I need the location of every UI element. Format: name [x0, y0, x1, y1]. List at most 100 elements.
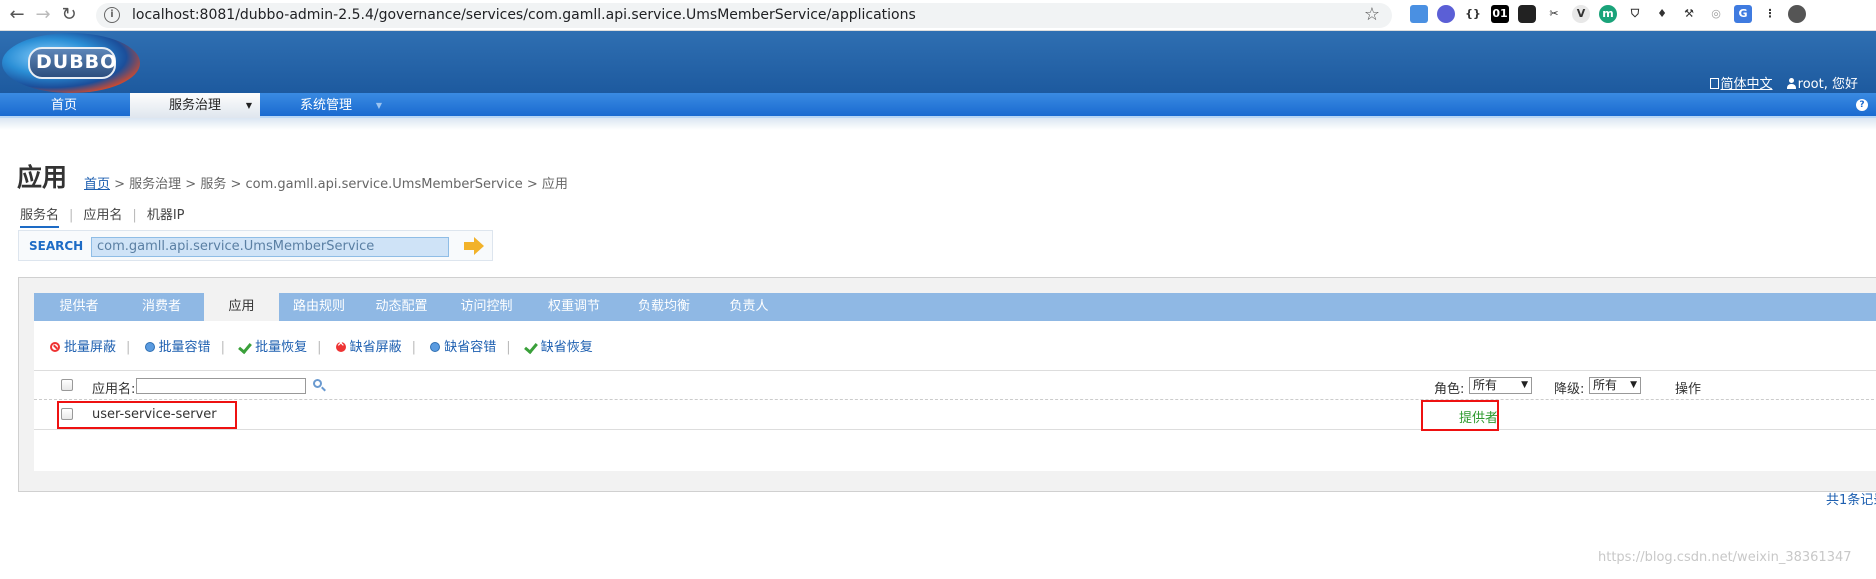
extensions-bar: {} 01 ✂ V m ⛉ ♦ ⚒ ◎ G ⋮ — [1410, 5, 1806, 27]
extension-check-icon[interactable] — [1437, 5, 1455, 23]
action-separator: | — [126, 340, 131, 355]
select-all-checkbox[interactable] — [61, 379, 73, 391]
chevron-down-icon: ▼ — [1521, 380, 1528, 390]
batch-mask-button[interactable]: 批量屏蔽 — [50, 340, 116, 355]
breadcrumb-home-link[interactable]: 首页 — [84, 177, 110, 192]
tab-applications[interactable]: 应用 — [204, 293, 279, 321]
extension-weibo-icon[interactable]: ◎ — [1707, 5, 1725, 23]
help-icon[interactable]: ? — [1856, 99, 1868, 111]
tab-consumers[interactable]: 消费者 — [124, 293, 199, 321]
breadcrumb-path: > 服务治理 > 服务 > com.gamll.api.service.UmsM… — [110, 177, 568, 192]
search-input[interactable]: com.gamll.api.service.UmsMemberService — [91, 237, 449, 257]
extension-braces-icon[interactable]: {} — [1464, 5, 1482, 23]
browser-toolbar: ← → ↻ i localhost:8081/dubbo-admin-2.5.4… — [0, 0, 1876, 31]
extension-m-icon[interactable]: m — [1599, 5, 1617, 23]
highlight-box — [57, 401, 237, 429]
chevron-down-icon: ▼ — [375, 101, 382, 110]
search-tab-service-name[interactable]: 服务名 — [20, 208, 60, 228]
menu-shadow — [0, 118, 1876, 130]
check-icon — [239, 342, 251, 352]
table-header: 应用名: 角色: 所有 ▼ 降级: 所有 ▼ 操作 — [34, 370, 1876, 400]
record-count: 共1条记录 — [1826, 493, 1876, 508]
tab-owner[interactable]: 负责人 — [709, 293, 789, 321]
user-icon — [1786, 78, 1796, 89]
app-name-label: 应用名: — [92, 382, 136, 397]
search-tab-separator: | — [132, 208, 137, 223]
batch-tolerance-button[interactable]: 批量容错 — [144, 340, 211, 355]
extension-v-icon[interactable]: V — [1572, 5, 1590, 23]
app-name-filter-input[interactable] — [136, 378, 306, 394]
info-circle-icon — [430, 342, 441, 352]
search-icon[interactable] — [313, 379, 322, 388]
tab-load-balance[interactable]: 负载均衡 — [619, 293, 709, 321]
default-recover-button[interactable]: 缺省恢复 — [525, 340, 593, 355]
breadcrumb: 首页 > 服务治理 > 服务 > com.gamll.api.service.U… — [84, 173, 568, 192]
main-menu: 首页 服务治理 ▼ 系统管理 ▼ ? — [0, 93, 1876, 118]
search-type-tabs: 服务名 | 应用名 | 机器IP — [20, 204, 185, 228]
degrade-label: 降级: — [1554, 382, 1585, 397]
table-row: user-service-server 提供者 — [34, 400, 1876, 430]
default-tolerance-button[interactable]: 缺省容错 — [430, 340, 496, 355]
role-select[interactable]: 所有 ▼ — [1469, 377, 1532, 394]
language-link[interactable]: 简体中文 — [1721, 77, 1773, 92]
header-user-area: 简体中文 root, 您好 — [1709, 73, 1858, 92]
action-separator: | — [220, 340, 225, 355]
highlight-box — [1421, 400, 1499, 431]
search-tab-app-name[interactable]: 应用名 — [83, 208, 122, 223]
service-tabs: 提供者 消费者 应用 路由规则 动态配置 访问控制 权重调节 负载均衡 负责人 — [34, 293, 1876, 321]
extension-menu-icon[interactable]: ⋮ — [1761, 5, 1779, 23]
extension-leaf-icon[interactable] — [1410, 5, 1428, 23]
info-icon[interactable]: i — [104, 7, 120, 23]
extension-01-icon[interactable]: 01 — [1491, 5, 1509, 23]
extension-translate-icon[interactable]: G — [1734, 5, 1752, 23]
extension-bulb-icon[interactable]: ♦ — [1653, 5, 1671, 23]
tab-providers[interactable]: 提供者 — [34, 293, 124, 321]
action-separator: | — [506, 340, 511, 355]
profile-avatar-icon[interactable] — [1788, 5, 1806, 23]
applications-list: 批量屏蔽 | 批量容错 | 批量恢复 | 缺省屏蔽 | 缺省容错 | 缺省恢复 应用名: … — [34, 321, 1876, 508]
menu-item-home[interactable]: 首页 — [0, 93, 128, 118]
action-separator: | — [411, 340, 417, 355]
ban-icon — [50, 342, 60, 352]
search-go-arrow-icon[interactable] — [464, 237, 484, 255]
page-title: 应用 — [17, 163, 68, 192]
url-text[interactable]: localhost:8081/dubbo-admin-2.5.4/governa… — [132, 7, 916, 23]
chevron-down-icon: ▼ — [245, 101, 252, 110]
search-label: SEARCH — [29, 239, 84, 253]
app-header: DUBBO 简体中文 root, 您好 — [0, 31, 1876, 93]
extension-app-icon[interactable] — [1518, 5, 1536, 23]
action-separator: | — [317, 340, 322, 355]
forward-arrow-icon[interactable]: → — [32, 4, 54, 26]
menu-item-system-admin[interactable]: 系统管理 ▼ — [262, 93, 390, 118]
extension-scissors-icon[interactable]: ✂ — [1545, 5, 1563, 23]
content-panel: 提供者 消费者 应用 路由规则 动态配置 访问控制 权重调节 负载均衡 负责人 … — [18, 277, 1876, 508]
dubbo-logo: DUBBO — [2, 33, 140, 93]
batch-recover-button[interactable]: 批量恢复 — [239, 340, 307, 355]
tab-route-rules[interactable]: 路由规则 — [279, 293, 359, 321]
operation-header: 操作 — [1675, 382, 1702, 397]
degrade-select[interactable]: 所有 ▼ — [1589, 377, 1641, 394]
search-box: SEARCH com.gamll.api.service.UmsMemberSe… — [18, 230, 493, 261]
tab-weight[interactable]: 权重调节 — [529, 293, 619, 321]
tab-access-control[interactable]: 访问控制 — [444, 293, 529, 321]
search-tab-machine-ip[interactable]: 机器IP — [147, 208, 185, 223]
search-tab-separator: | — [69, 208, 74, 223]
role-label: 角色: — [1434, 382, 1465, 397]
document-icon — [1709, 78, 1719, 89]
back-arrow-icon[interactable]: ← — [6, 4, 28, 26]
info-circle-icon — [144, 342, 155, 352]
logo-text: DUBBO — [36, 51, 118, 73]
chevron-down-icon: ▼ — [1630, 380, 1637, 390]
tab-dynamic-config[interactable]: 动态配置 — [359, 293, 444, 321]
close-circle-icon — [335, 338, 346, 352]
extension-shield-icon[interactable]: ⛉ — [1626, 5, 1644, 23]
watermark: https://blog.csdn.net/weixin_38361347 — [1598, 550, 1852, 565]
bookmark-star-icon[interactable]: ☆ — [1364, 4, 1380, 25]
reload-icon[interactable]: ↻ — [58, 4, 80, 26]
menu-item-service-governance[interactable]: 服务治理 ▼ — [130, 93, 260, 118]
extension-wrench-icon[interactable]: ⚒ — [1680, 5, 1698, 23]
user-greeting: root, 您好 — [1797, 77, 1858, 92]
default-mask-button[interactable]: 缺省屏蔽 — [335, 338, 402, 355]
address-bar[interactable]: i localhost:8081/dubbo-admin-2.5.4/gover… — [96, 3, 1392, 28]
check-icon — [525, 342, 537, 352]
